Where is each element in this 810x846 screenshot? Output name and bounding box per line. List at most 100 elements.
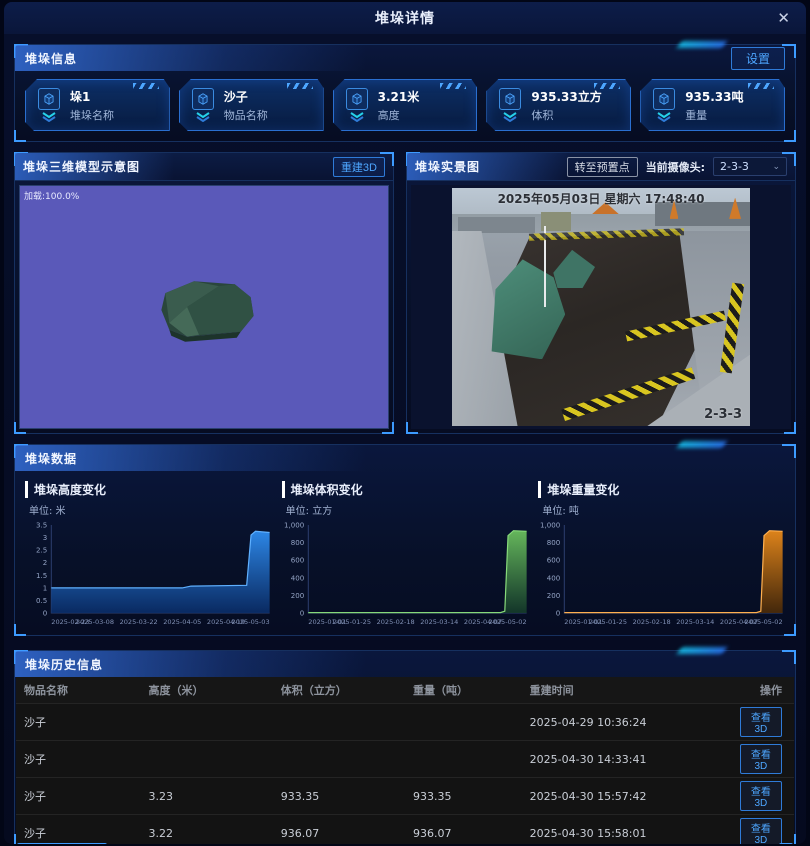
info-card-row: 垛1堆垛名称沙子物品名称3.21米高度935.33立方体积935.33吨重量 xyxy=(15,71,795,131)
model-3d-viewport[interactable]: 加载:100.0% xyxy=(19,185,389,429)
chart-title: 堆垛体积变化 xyxy=(282,481,531,498)
history-section: 堆垛历史信息 物品名称高度（米）体积（立方）重量（吨）重建时间操作 沙子2025… xyxy=(14,650,796,844)
table-cell xyxy=(405,741,522,778)
card-icon-stack xyxy=(653,88,675,122)
settings-button[interactable]: 设置 xyxy=(731,47,785,70)
chevron-down-icon xyxy=(502,112,518,122)
table-cell: 3.23 xyxy=(140,778,272,815)
view-3d-button[interactable]: 查看3D xyxy=(740,818,782,844)
horizontal-scrollbar[interactable] xyxy=(15,843,795,844)
table-cell: 2025-04-30 15:58:01 xyxy=(522,815,732,845)
column-header: 物品名称 xyxy=(16,677,140,704)
model-3d-section: 堆垛三维模型示意图 重建3D 加载:100.0% xyxy=(14,152,394,434)
svg-text:2025-04-05: 2025-04-05 xyxy=(163,618,201,626)
table-cell: 936.07 xyxy=(405,815,522,845)
stack-data-title: 堆垛数据 xyxy=(25,450,77,467)
chevron-down-icon xyxy=(349,112,365,122)
svg-text:2025-03-22: 2025-03-22 xyxy=(120,618,158,626)
table-cell: 沙子 xyxy=(16,815,140,845)
svg-text:1,000: 1,000 xyxy=(540,521,560,530)
svg-text:2025-03-14: 2025-03-14 xyxy=(420,618,458,626)
svg-text:2: 2 xyxy=(43,558,47,567)
table-cell: 沙子 xyxy=(16,704,140,741)
card-value: 垛1 xyxy=(70,88,114,105)
scrollbar-thumb[interactable] xyxy=(17,843,107,844)
table-row: 沙子2025-04-29 10:36:24查看3D xyxy=(16,704,794,741)
svg-text:1,000: 1,000 xyxy=(284,521,304,530)
chevron-down-icon xyxy=(195,112,211,122)
loading-percent-label: 加载:100.0% xyxy=(24,189,79,202)
photo-shape xyxy=(458,217,535,234)
svg-text:2025-01-25: 2025-01-25 xyxy=(333,618,371,626)
svg-text:800: 800 xyxy=(290,538,303,547)
chevron-down-icon: ⌄ xyxy=(772,162,780,172)
info-card: 沙子物品名称 xyxy=(179,79,324,131)
camera-timestamp-overlay: 2025年05月03日 星期六 17:48:40 xyxy=(498,190,705,207)
camera-photo[interactable]: 2025年05月03日 星期六 17:48:40 2-3-3 xyxy=(452,188,750,426)
svg-text:1.5: 1.5 xyxy=(36,571,47,580)
svg-text:800: 800 xyxy=(547,538,560,547)
card-value: 沙子 xyxy=(224,88,268,105)
view-3d-button[interactable]: 查看3D xyxy=(740,707,782,737)
camera-view-area: 2025年05月03日 星期六 17:48:40 2-3-3 xyxy=(411,185,791,429)
info-card: 3.21米高度 xyxy=(333,79,478,131)
card-value: 935.33立方 xyxy=(531,88,601,105)
corner-decoration xyxy=(14,130,26,142)
card-icon-stack xyxy=(192,88,214,122)
height-icon xyxy=(346,88,368,110)
chevron-down-icon xyxy=(656,112,672,122)
camera-selected-value: 2-3-3 xyxy=(720,160,749,173)
model-3d-header: 堆垛三维模型示意图 重建3D xyxy=(15,153,393,181)
rebuild-3d-button[interactable]: 重建3D xyxy=(333,157,385,177)
chart-plot: 00.511.522.533.52025-02-232025-03-082025… xyxy=(23,519,274,631)
modal-titlebar: 堆垛详情 ✕ xyxy=(4,2,806,34)
current-camera-label: 当前摄像头: xyxy=(646,159,705,175)
svg-text:600: 600 xyxy=(547,556,560,565)
svg-text:2025-02-18: 2025-02-18 xyxy=(633,618,671,626)
card-label: 重量 xyxy=(685,107,743,123)
table-cell: 沙子 xyxy=(16,741,140,778)
table-cell: 933.35 xyxy=(405,778,522,815)
card-value: 935.33吨 xyxy=(685,88,743,105)
table-cell xyxy=(405,704,522,741)
svg-text:2025-05-03: 2025-05-03 xyxy=(232,618,270,626)
svg-text:0: 0 xyxy=(556,609,560,618)
svg-text:0: 0 xyxy=(43,609,47,618)
svg-text:200: 200 xyxy=(547,591,560,600)
modal-body: 堆垛信息 设置 垛1堆垛名称沙子物品名称3.21米高度935.33立方体积935… xyxy=(4,34,806,844)
svg-text:3.5: 3.5 xyxy=(36,521,47,530)
close-icon[interactable]: ✕ xyxy=(777,8,790,28)
svg-text:2025-05-02: 2025-05-02 xyxy=(745,618,783,626)
table-cell: 2025-04-30 15:57:42 xyxy=(522,778,732,815)
chart-unit-label: 单位: 吨 xyxy=(542,502,787,517)
table-cell: 2025-04-30 14:33:41 xyxy=(522,741,732,778)
page-title: 堆垛详情 xyxy=(375,8,435,28)
chart-2: 堆垛体积变化单位: 立方02004006008001,0002025-01-01… xyxy=(280,475,531,635)
stack-data-section: 堆垛数据 堆垛高度变化单位: 米00.511.522.533.52025-02-… xyxy=(14,444,796,636)
stack-info-section: 堆垛信息 设置 垛1堆垛名称沙子物品名称3.21米高度935.33立方体积935… xyxy=(14,44,796,142)
svg-text:1: 1 xyxy=(43,583,47,592)
table-row: 沙子3.23933.35933.352025-04-30 15:57:42查看3… xyxy=(16,778,794,815)
camera-section: 堆垛实景图 转至预置点 当前摄像头: 2-3-3 ⌄ xyxy=(406,152,796,434)
chart-title: 堆垛高度变化 xyxy=(25,481,274,498)
chart-unit-label: 单位: 米 xyxy=(29,502,274,517)
volume-icon xyxy=(499,88,521,110)
chart-unit-label: 单位: 立方 xyxy=(286,502,531,517)
chart-row: 堆垛高度变化单位: 米00.511.522.533.52025-02-23202… xyxy=(15,471,795,635)
goto-preset-button[interactable]: 转至预置点 xyxy=(567,157,638,177)
camera-select-dropdown[interactable]: 2-3-3 ⌄ xyxy=(713,157,787,176)
stack-data-header: 堆垛数据 xyxy=(15,445,795,471)
table-body: 沙子2025-04-29 10:36:24查看3D沙子2025-04-30 14… xyxy=(16,704,794,845)
svg-text:400: 400 xyxy=(547,573,560,582)
card-icon-stack xyxy=(499,88,521,122)
camera-title: 堆垛实景图 xyxy=(415,158,480,175)
info-card: 935.33立方体积 xyxy=(486,79,631,131)
chart-1: 堆垛高度变化单位: 米00.511.522.533.52025-02-23202… xyxy=(23,475,274,635)
stack-info-header: 堆垛信息 设置 xyxy=(15,45,795,71)
svg-text:2025-03-14: 2025-03-14 xyxy=(677,618,715,626)
model-3d-title: 堆垛三维模型示意图 xyxy=(23,158,140,175)
view-3d-button[interactable]: 查看3D xyxy=(740,781,782,811)
svg-text:400: 400 xyxy=(290,573,303,582)
view-3d-button[interactable]: 查看3D xyxy=(740,744,782,774)
card-label: 高度 xyxy=(378,107,420,123)
